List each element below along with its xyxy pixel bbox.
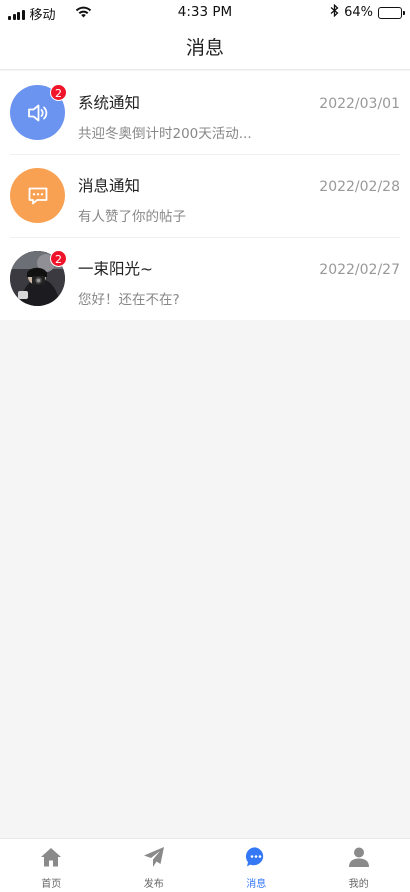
- tab-messages[interactable]: 消息: [205, 839, 308, 892]
- chat-bubble-icon: [245, 846, 267, 872]
- tab-publish[interactable]: 发布: [103, 839, 206, 892]
- system-avatar: 2: [10, 84, 67, 140]
- tab-label: 首页: [41, 879, 62, 890]
- person-icon: [348, 846, 370, 872]
- tab-mine[interactable]: 我的: [308, 839, 410, 892]
- message-title: 系统通知: [78, 94, 141, 112]
- status-right: 64%: [330, 3, 405, 21]
- unread-badge: 2: [50, 250, 67, 267]
- status-bar: 移动 4:33 PM 64%: [0, 0, 410, 24]
- message-item-notification[interactable]: 消息通知 2022/02/28 有人赞了你的帖子: [0, 154, 410, 237]
- user-avatar: 2: [10, 250, 67, 306]
- tab-label: 消息: [246, 879, 267, 890]
- bluetooth-icon: [330, 3, 339, 21]
- message-preview: 有人赞了你的帖子: [78, 209, 186, 225]
- tab-bar: 首页 发布 消息 我的: [0, 838, 410, 892]
- tab-label: 发布: [143, 879, 164, 890]
- page-title: 消息: [185, 37, 224, 59]
- chat-bubble-icon: [26, 184, 50, 208]
- message-item-system[interactable]: 2 系统通知 2022/03/01 共迎冬奥倒计时200天活动...: [0, 71, 410, 154]
- unread-badge: 2: [50, 84, 67, 101]
- tab-label: 我的: [348, 879, 369, 890]
- message-title: 消息通知: [78, 177, 141, 195]
- message-item-user[interactable]: 2 一束阳光~ 2022/02/27 您好！还在不在?: [0, 237, 410, 320]
- paper-plane-icon: [143, 846, 165, 872]
- message-preview: 共迎冬奥倒计时200天活动...: [78, 126, 252, 142]
- speaker-icon: [25, 100, 51, 126]
- battery-percent: 64%: [344, 5, 373, 20]
- message-date: 2022/02/27: [319, 262, 400, 278]
- message-date: 2022/02/28: [319, 179, 400, 195]
- nav-bar: 消息: [0, 24, 410, 70]
- message-title: 一束阳光~: [78, 260, 153, 278]
- home-icon: [40, 846, 62, 872]
- tab-home[interactable]: 首页: [0, 839, 103, 892]
- battery-icon: [378, 6, 405, 19]
- notification-avatar: [10, 168, 65, 223]
- message-date: 2022/03/01: [319, 96, 400, 112]
- message-preview: 您好！还在不在?: [78, 292, 180, 308]
- message-list: 2 系统通知 2022/03/01 共迎冬奥倒计时200天活动... 消息通知 …: [0, 71, 410, 320]
